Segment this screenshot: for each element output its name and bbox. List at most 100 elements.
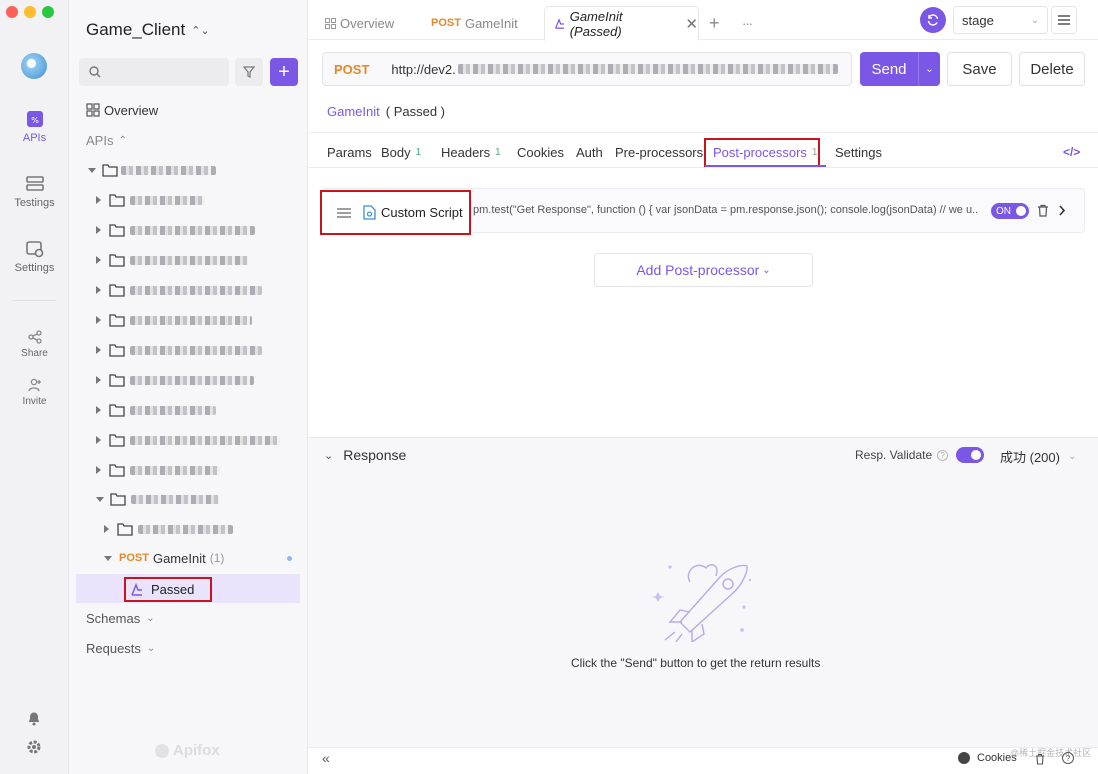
more-tabs-button[interactable]: ··· [742,6,753,40]
case-count: (1) [209,551,225,565]
svg-text:%: % [31,116,39,125]
caret-right-icon [96,196,101,204]
empty-response-message: Click the "Send" button to get the retur… [571,656,821,670]
caret-down-icon [96,496,104,502]
breadcrumb: GameInit ( Passed ) [327,104,445,119]
tab-cookies[interactable]: Cookies [517,142,564,162]
sidebar-item-overview[interactable]: Overview [86,95,310,125]
minimize-window-icon[interactable] [24,6,36,18]
tree-folder-root[interactable] [88,155,312,185]
help-icon[interactable]: ? [1062,752,1074,764]
chevron-down-icon: ⌄ [762,264,771,276]
save-button[interactable]: Save [947,52,1012,86]
collapse-sidebar-icon[interactable]: « [322,750,330,766]
menu-button[interactable] [1051,6,1077,34]
caret-down-icon [104,555,112,561]
custom-script-item[interactable]: Custom Script [320,190,471,235]
delete-button[interactable]: Delete [1019,52,1085,86]
chevron-down-icon: ⌄ [1067,451,1077,462]
url-input[interactable]: http://dev2. [391,62,455,77]
new-tab-button[interactable]: + [709,6,720,40]
tree-folder[interactable] [96,305,320,335]
tree-search-input[interactable] [79,58,229,86]
method-badge: POST [119,552,149,564]
tree-folder-open[interactable] [96,484,320,514]
add-post-processor-button[interactable]: Add Post-processor ⌄ [594,253,813,287]
sidebar-section-apis[interactable]: APIs ⌃ [86,125,310,155]
bell-icon[interactable] [27,711,41,726]
url-bar[interactable]: POST http://dev2. [322,52,852,86]
tab-overview[interactable]: Overview [325,6,394,40]
filter-button[interactable] [235,58,263,86]
tree-folder[interactable] [96,185,320,215]
folder-icon [109,193,125,207]
tab-pre-processors[interactable]: Pre-processors [615,142,703,162]
tab-headers[interactable]: Headers 1 [441,142,501,162]
rail-item-testings[interactable]: Testings [0,175,69,209]
send-button[interactable]: Send ⌄ [860,52,940,86]
sidebar-item-label: Overview [104,102,159,118]
resp-validate-toggle[interactable] [956,447,984,463]
chevron-right-icon[interactable] [1058,205,1066,216]
tree-folder[interactable] [96,275,320,305]
response-header[interactable]: ⌄ Response [324,447,406,463]
script-preview[interactable]: pm.test("Get Response", function () { va… [473,204,978,216]
close-tab-icon[interactable]: ✕ [685,15,698,33]
tree-folder[interactable] [96,425,320,455]
unsaved-dot [287,555,292,561]
tree-case-passed[interactable]: Passed [124,577,212,602]
sync-button[interactable] [920,7,946,33]
help-icon[interactable]: ? [937,449,949,461]
tree-folder[interactable] [104,514,328,544]
add-button[interactable]: + [270,58,298,86]
footer-cookies-button[interactable]: Cookies [958,752,1017,764]
environment-select[interactable]: stage ⌄ [953,6,1048,34]
redacted-label [121,165,216,175]
case-label: Passed [151,582,195,597]
tab-gameinit-passed[interactable]: GameInit (Passed) ✕ [544,6,699,41]
rail-item-share[interactable]: Share [0,330,69,359]
tab-label: Pre-processors [615,144,704,160]
folder-icon [109,343,125,357]
tab-auth[interactable]: Auth [576,142,603,162]
tree-folder[interactable] [96,245,320,275]
apifox-logo: Apifox [155,742,220,759]
environment-value: stage [962,12,994,28]
method-select[interactable]: POST [334,62,369,77]
tab-count-badge: 1 [415,146,422,158]
left-rail: % APIs Testings Settings Share Invite [0,0,69,774]
tab-gameinit[interactable]: POST GameInit [431,6,518,40]
tab-body[interactable]: Body 1 [381,142,421,162]
send-options-chevron-icon[interactable]: ⌄ [918,52,940,86]
redacted-label [130,345,262,355]
tab-settings[interactable]: Settings [835,142,882,162]
rail-item-apis[interactable]: % APIs [0,110,69,144]
rail-item-invite[interactable]: Invite [0,378,69,407]
avatar[interactable] [21,53,47,79]
code-view-icon[interactable]: </> [1063,142,1080,162]
invite-icon [27,378,41,392]
folder-icon [109,463,125,477]
sidebar-section-schemas[interactable]: Schemas ⌄ [86,603,310,633]
response-status-select[interactable]: 成功 (200) ⌄ [1000,447,1076,466]
tab-params[interactable]: Params [327,142,372,162]
project-name: Game_Client [86,20,186,39]
drag-handle-icon[interactable] [337,207,351,218]
tree-folder[interactable] [96,365,320,395]
tree-endpoint-gameinit[interactable]: POST GameInit (1) [104,543,300,573]
tree-folder[interactable] [96,395,320,425]
tree-folder[interactable] [96,215,320,245]
gear-icon[interactable] [26,739,42,755]
maximize-window-icon[interactable] [42,6,54,18]
enable-toggle[interactable]: ON [991,203,1029,219]
trash-icon[interactable] [1037,204,1049,217]
tree-folder[interactable] [96,335,320,365]
sidebar-section-requests[interactable]: Requests ⌄ [86,633,310,663]
rail-item-settings[interactable]: Settings [0,240,69,274]
close-window-icon[interactable] [6,6,18,18]
chevron-down-icon: ⌄ [324,449,334,462]
tree-folder[interactable] [96,455,320,485]
trash-icon[interactable] [1035,753,1045,765]
breadcrumb-api-link[interactable]: GameInit [327,104,380,119]
project-switcher[interactable]: Game_Client ⌃⌄ [86,20,210,40]
